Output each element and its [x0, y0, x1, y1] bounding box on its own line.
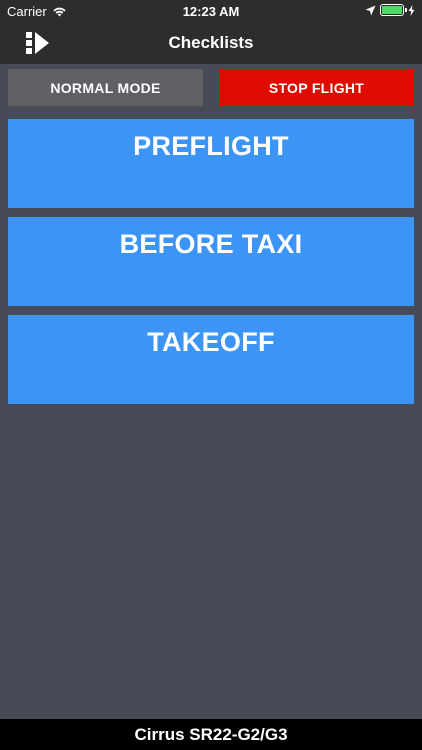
aircraft-footer: Cirrus SR22-G2/G3 — [0, 719, 422, 750]
checklist-label: PREFLIGHT — [133, 131, 289, 161]
battery-icon — [380, 4, 407, 16]
checklist-label: BEFORE TAXI — [119, 229, 303, 259]
status-bar: Carrier 12:23 AM — [0, 0, 422, 22]
normal-mode-button[interactable]: NORMAL MODE — [8, 69, 203, 106]
stop-flight-button[interactable]: STOP FLIGHT — [219, 69, 414, 106]
checklist-before-taxi[interactable]: BEFORE TAXI — [8, 217, 414, 306]
aircraft-label: Cirrus SR22-G2/G3 — [134, 724, 288, 744]
navigation-bar: Checklists — [0, 22, 422, 64]
status-right — [365, 4, 415, 16]
checklist-preflight[interactable]: PREFLIGHT — [8, 119, 414, 208]
checklist-takeoff[interactable]: TAKEOFF — [8, 315, 414, 404]
mode-row: NORMAL MODE STOP FLIGHT — [8, 69, 414, 106]
page-title: Checklists — [168, 33, 254, 52]
checklist-label: TAKEOFF — [147, 327, 275, 357]
location-arrow-icon — [365, 5, 376, 15]
battery-fill — [382, 6, 402, 14]
battery-cap — [405, 8, 407, 12]
charging-bolt-icon — [408, 4, 415, 16]
status-time: 12:23 AM — [182, 4, 240, 19]
